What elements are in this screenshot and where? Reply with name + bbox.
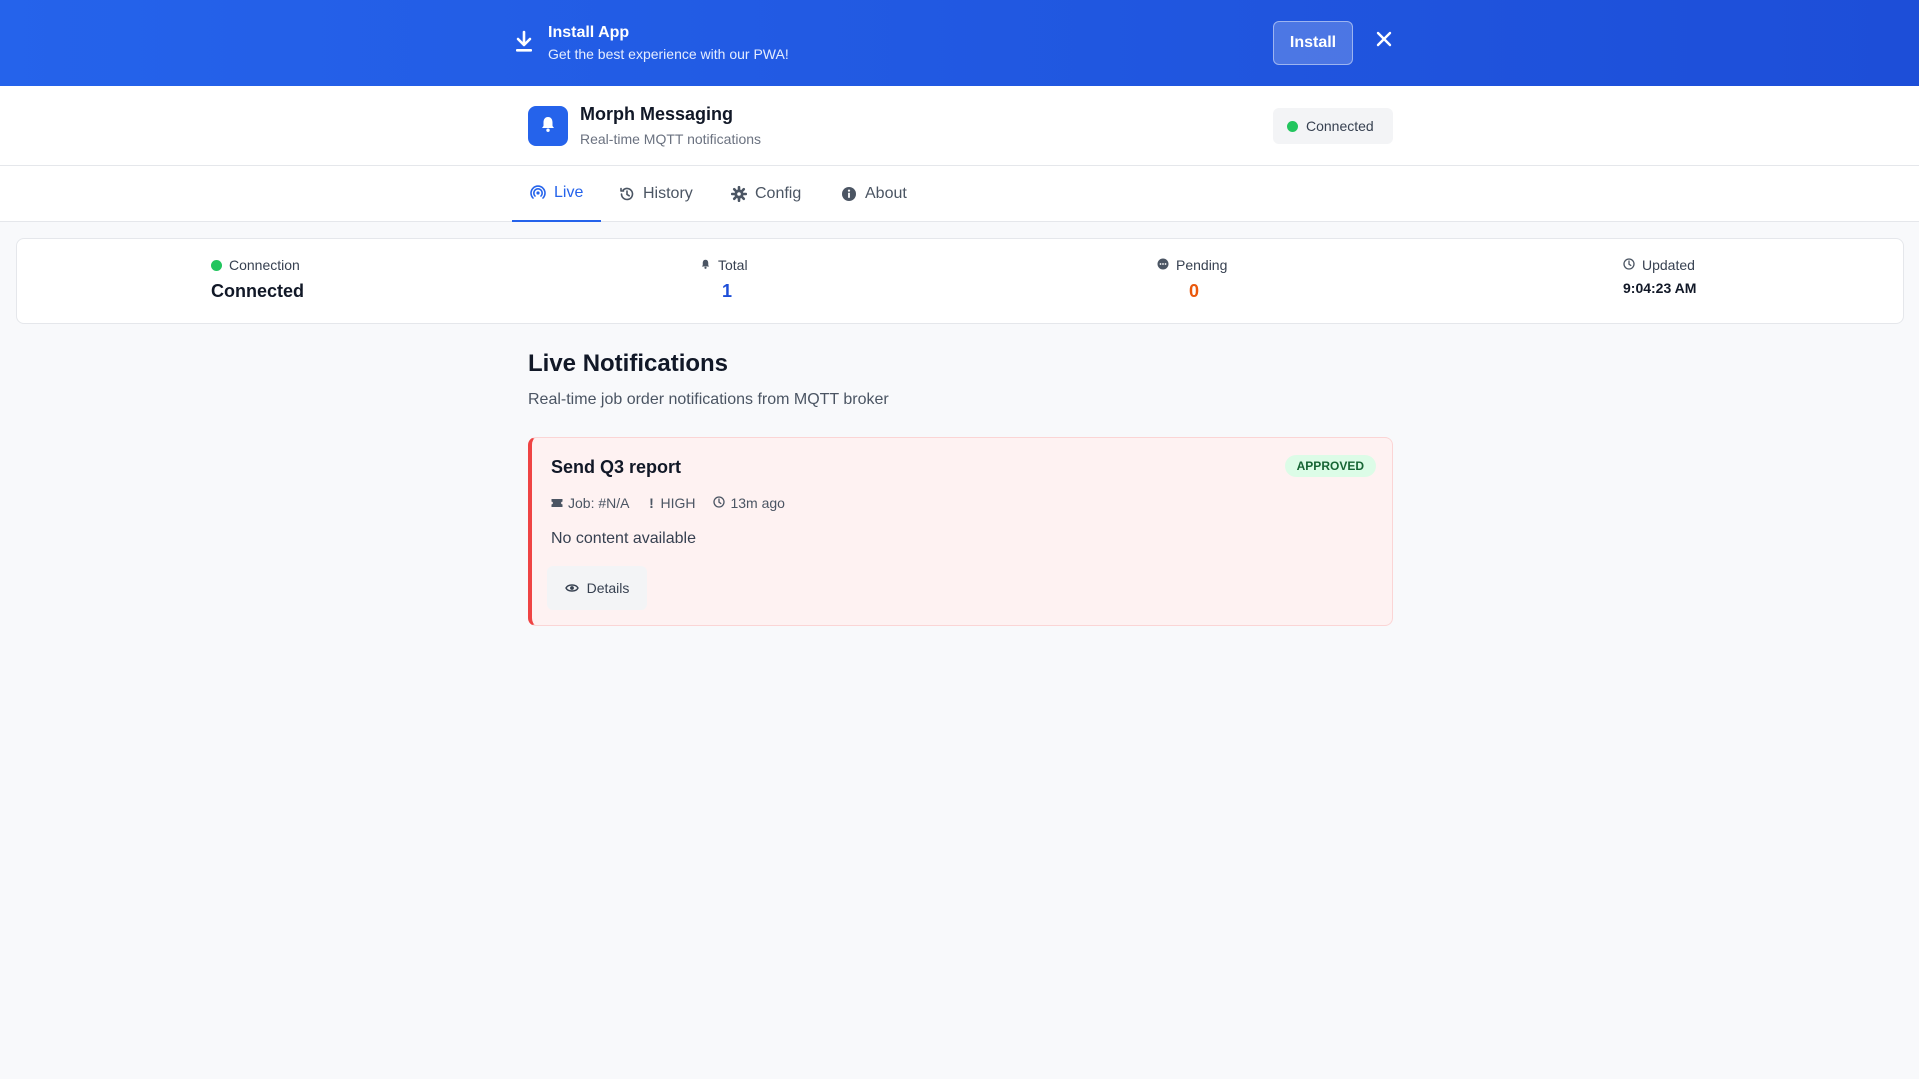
ticket-icon [551, 495, 563, 511]
download-icon [514, 30, 534, 54]
bell-icon [700, 257, 711, 273]
tab-config-label: Config [755, 185, 802, 202]
stat-total-label: Total [718, 257, 748, 273]
job-meta: Job: #N/A [551, 495, 629, 511]
exclamation-icon: ! [649, 495, 654, 511]
status-dot-icon [211, 259, 222, 271]
details-button-label: Details [586, 580, 630, 596]
tab-about[interactable]: About [823, 166, 925, 222]
notification-meta: Job: #N/A ! HIGH 13m ago [551, 495, 785, 511]
info-icon [841, 186, 857, 202]
gear-icon [731, 186, 747, 202]
time-ago: 13m ago [730, 495, 785, 511]
page-subtitle: Real-time job order notifications from M… [528, 391, 889, 408]
tab-bar: Live History Config About [0, 166, 1919, 222]
tab-about-label: About [865, 185, 907, 202]
clock-icon [1623, 257, 1635, 273]
stats-panel: Connection Connected Total 1 Pending 0 U… [16, 238, 1904, 324]
pending-icon [1157, 257, 1169, 273]
stat-total: Total 1 [700, 257, 748, 302]
stat-pending: Pending 0 [1157, 257, 1227, 302]
tab-history-label: History [643, 185, 693, 202]
bell-icon [539, 115, 557, 138]
history-icon [619, 186, 635, 202]
tab-live-label: Live [554, 184, 584, 201]
stat-updated-value: 9:04:23 AM [1623, 280, 1697, 296]
status-badge: APPROVED [1284, 455, 1376, 477]
notification-content: No content available [551, 530, 696, 547]
install-banner-subtitle: Get the best experience with our PWA! [548, 46, 789, 62]
install-button[interactable]: Install [1273, 21, 1353, 65]
notification-title: Send Q3 report [551, 457, 682, 477]
connection-status-badge: Connected [1273, 108, 1393, 144]
stat-connection: Connection Connected [211, 257, 304, 302]
notification-card: Send Q3 report APPROVED Job: #N/A ! HIGH… [528, 437, 1393, 626]
close-icon[interactable] [1373, 28, 1395, 50]
page-title: Live Notifications [528, 350, 729, 377]
priority-label: HIGH [660, 495, 696, 511]
tab-live[interactable]: Live [512, 166, 602, 222]
app-logo [528, 106, 568, 146]
app-header: Morph Messaging Real-time MQTT notificat… [0, 86, 1919, 166]
app-title: Morph Messaging [580, 104, 734, 124]
tab-config[interactable]: Config [713, 166, 819, 222]
tab-history[interactable]: History [601, 166, 711, 222]
stat-connection-label: Connection [229, 257, 300, 273]
app-subtitle: Real-time MQTT notifications [580, 131, 762, 147]
stat-updated: Updated 9:04:23 AM [1623, 257, 1696, 296]
priority-meta: ! HIGH [647, 495, 695, 511]
eye-icon [564, 580, 579, 596]
time-meta: 13m ago [713, 495, 785, 511]
stat-updated-label: Updated [1642, 257, 1695, 273]
install-banner: Install App Get the best experience with… [0, 0, 1919, 86]
details-button[interactable]: Details [547, 566, 647, 610]
job-id: Job: #N/A [568, 495, 630, 511]
clock-icon [713, 495, 726, 511]
install-banner-title: Install App [548, 24, 630, 41]
stat-pending-label: Pending [1176, 257, 1228, 273]
status-dot-icon [1287, 120, 1298, 132]
stat-connection-value: Connected [211, 281, 305, 301]
connection-status-label: Connected [1306, 118, 1374, 134]
stat-pending-value: 0 [1189, 281, 1200, 301]
stat-total-value: 1 [722, 281, 733, 301]
broadcast-icon [530, 185, 546, 201]
install-banner-content: Install App Get the best experience with… [512, 0, 1393, 86]
